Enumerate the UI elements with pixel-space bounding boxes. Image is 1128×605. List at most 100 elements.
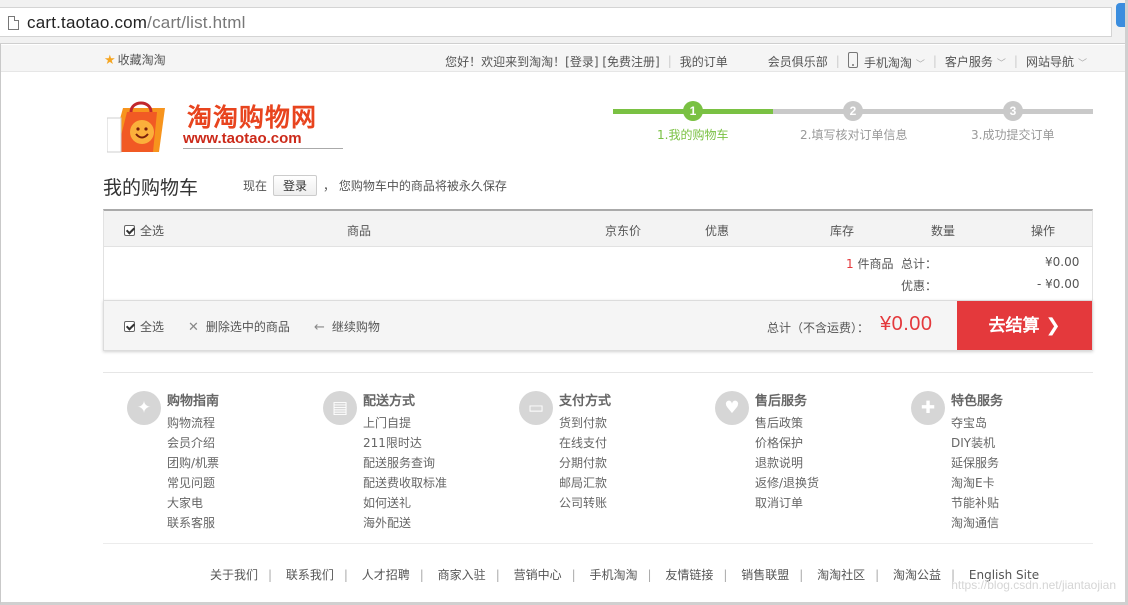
chevron-down-icon: ﹀ bbox=[915, 60, 925, 70]
footer-links: 关于我们 | 联系我们 | 人才招聘 | 商家入驻 | 营销中心 | 手机淘淘 | 友情链接… bbox=[210, 568, 1040, 582]
service-link[interactable]: 常见问题 bbox=[167, 475, 219, 495]
footer-link[interactable]: 淘淘社区 bbox=[817, 568, 865, 582]
service-link[interactable]: 节能补贴 bbox=[951, 495, 999, 515]
step-3-dot: 3 bbox=[1003, 101, 1023, 121]
delete-selected-button[interactable]: ✕ 删除选中的商品 bbox=[188, 318, 290, 335]
select-all-bottom[interactable]: 全选 bbox=[124, 318, 164, 335]
footer-link[interactable]: 营销中心 bbox=[514, 568, 562, 582]
footer-link[interactable]: 手机淘淘 bbox=[589, 568, 637, 582]
service-link[interactable]: 上门自提 bbox=[363, 415, 447, 435]
select-all-header[interactable]: 全选 bbox=[124, 222, 164, 239]
service-link[interactable]: 货到付款 bbox=[559, 415, 607, 435]
login-hint: 现在 登录 ， 您购物车中的商品将被永久保存 bbox=[243, 175, 507, 196]
service-group-guide: ✦ 购物指南 购物流程 会员介绍 团购/机票 常见问题 大家电 联系客服 bbox=[127, 389, 317, 539]
service-link[interactable]: 会员介绍 bbox=[167, 435, 219, 455]
service-link[interactable]: 夺宝岛 bbox=[951, 415, 999, 435]
service-title: 支付方式 bbox=[559, 394, 612, 409]
login-button[interactable]: 登录 bbox=[273, 175, 318, 196]
service-title: 售后服务 bbox=[755, 394, 808, 409]
summary-discount-label: 优惠： bbox=[901, 279, 938, 293]
chevron-down-icon: ﹀ bbox=[996, 58, 1006, 69]
cart-action-bar: 全选 ✕ 删除选中的商品 ← 继续购物 总计（不含运费）： ¥0.00 去结算 ❯ bbox=[103, 300, 1093, 351]
step-1-dot: 1 bbox=[683, 101, 703, 121]
member-club-link[interactable]: 会员俱乐部 bbox=[768, 53, 828, 70]
page-title: 我的购物车 bbox=[103, 177, 199, 199]
service-link[interactable]: 售后政策 bbox=[755, 415, 819, 435]
service-link[interactable]: 海外配送 bbox=[363, 515, 447, 535]
service-link[interactable]: 公司转账 bbox=[559, 495, 607, 515]
total-label: 总计（不含运费）： bbox=[767, 321, 870, 335]
service-link[interactable]: 如何送礼 bbox=[363, 495, 447, 515]
continue-shopping-link[interactable]: ← 继续购物 bbox=[314, 318, 380, 335]
go-button[interactable] bbox=[1116, 3, 1125, 27]
service-link[interactable]: 分期付款 bbox=[559, 455, 607, 475]
col-product: 商品 bbox=[347, 224, 372, 238]
service-title: 购物指南 bbox=[167, 394, 220, 409]
service-link[interactable]: 配送费收取标准 bbox=[363, 475, 447, 495]
summary-total-value: ¥0.00 bbox=[1045, 255, 1080, 269]
footer-link[interactable]: 联系我们 bbox=[286, 568, 334, 582]
col-price: 京东价 bbox=[605, 224, 642, 238]
top-nav-links: 您好！欢迎来到淘淘！[登录] [免费注册] | 我的订单 会员俱乐部 | 手机淘… bbox=[445, 51, 1087, 71]
service-group-payment: ▭ 支付方式 货到付款 在线支付 分期付款 邮局汇款 公司转账 bbox=[519, 389, 709, 539]
service-group-special: ✚ 特色服务 夺宝岛 DIY装机 延保服务 淘淘E卡 节能补贴 淘淘通信 bbox=[911, 389, 1101, 539]
service-link[interactable]: 延保服务 bbox=[951, 455, 999, 475]
footer-link[interactable]: 人才招聘 bbox=[362, 568, 410, 582]
footer-link[interactable]: 淘淘公益 bbox=[893, 568, 941, 582]
step-3-label: 3.成功提交订单 bbox=[971, 128, 1055, 142]
col-discount: 优惠 bbox=[705, 224, 730, 238]
cart-summary: 1 件商品 总计： ¥0.00 优惠： - ¥0.00 bbox=[103, 247, 1093, 301]
select-all-checkbox[interactable] bbox=[124, 321, 135, 332]
service-link[interactable]: 购物流程 bbox=[167, 415, 219, 435]
close-icon: ✕ bbox=[188, 320, 199, 335]
favorite-link[interactable]: ★ 收藏淘淘 bbox=[104, 51, 166, 68]
footer-link[interactable]: 关于我们 bbox=[210, 568, 258, 582]
welcome-login-register[interactable]: 您好！欢迎来到淘淘！[登录] [免费注册] bbox=[445, 53, 660, 70]
footer-link[interactable]: 商家入驻 bbox=[438, 568, 486, 582]
arrow-left-icon: ← bbox=[314, 320, 325, 335]
service-title: 配送方式 bbox=[363, 394, 416, 409]
step-2-label: 2.填写核对订单信息 bbox=[800, 128, 908, 142]
checkout-button[interactable]: 去结算 ❯ bbox=[957, 301, 1092, 350]
mobile-link[interactable]: 手机淘淘 ﹀ bbox=[847, 51, 925, 71]
site-nav-menu[interactable]: 网站导航 ﹀ bbox=[1026, 53, 1087, 70]
service-title: 特色服务 bbox=[951, 394, 1004, 409]
page-icon bbox=[8, 16, 19, 30]
address-bar: cart.taotao.com/cart/list.html bbox=[0, 0, 1125, 44]
col-quantity: 数量 bbox=[931, 224, 956, 238]
summary-discount-value: - ¥0.00 bbox=[1037, 277, 1080, 291]
footer-link[interactable]: 销售联盟 bbox=[741, 568, 789, 582]
service-link[interactable]: 淘淘通信 bbox=[951, 515, 999, 535]
service-group-aftersales: ♥ 售后服务 售后政策 价格保护 退款说明 返修/退换货 取消订单 bbox=[715, 389, 905, 539]
service-link[interactable]: 取消订单 bbox=[755, 495, 819, 515]
footer-link[interactable]: 友情链接 bbox=[665, 568, 713, 582]
service-link[interactable]: DIY装机 bbox=[951, 435, 999, 455]
service-link[interactable]: 联系客服 bbox=[167, 515, 219, 535]
compass-icon: ✦ bbox=[127, 391, 161, 425]
service-link[interactable]: 在线支付 bbox=[559, 435, 607, 455]
service-link[interactable]: 团购/机票 bbox=[167, 455, 219, 475]
col-action: 操作 bbox=[1031, 224, 1056, 238]
wallet-icon: ▭ bbox=[519, 391, 553, 425]
step-2-dot: 2 bbox=[843, 101, 863, 121]
url-text[interactable]: cart.taotao.com/cart/list.html bbox=[27, 13, 246, 33]
service-group-delivery: ▤ 配送方式 上门自提 211限时达 配送服务查询 配送费收取标准 如何送礼 海… bbox=[323, 389, 513, 539]
service-link[interactable]: 邮局汇款 bbox=[559, 475, 607, 495]
url-field[interactable]: cart.taotao.com/cart/list.html bbox=[0, 7, 1112, 37]
summary-total-label: 总计： bbox=[901, 257, 938, 271]
customer-service-menu[interactable]: 客户服务 ﹀ bbox=[945, 53, 1006, 70]
service-link[interactable]: 配送服务查询 bbox=[363, 455, 447, 475]
service-link[interactable]: 价格保护 bbox=[755, 435, 819, 455]
service-link[interactable]: 大家电 bbox=[167, 495, 219, 515]
site-logo[interactable]: 淘淘购物网 www.taotao.com bbox=[107, 92, 357, 156]
shopping-bag-logo-icon bbox=[107, 101, 165, 153]
chevron-down-icon: ﹀ bbox=[1077, 58, 1087, 69]
star-icon: ★ bbox=[104, 53, 116, 68]
service-link[interactable]: 退款说明 bbox=[755, 455, 819, 475]
select-all-checkbox[interactable] bbox=[124, 225, 135, 236]
service-link[interactable]: 淘淘E卡 bbox=[951, 475, 999, 495]
watermark: https://blog.csdn.net/jiantaojian bbox=[951, 578, 1116, 592]
service-link[interactable]: 返修/退换货 bbox=[755, 475, 819, 495]
my-orders-link[interactable]: 我的订单 bbox=[680, 53, 728, 70]
service-link[interactable]: 211限时达 bbox=[363, 435, 447, 455]
